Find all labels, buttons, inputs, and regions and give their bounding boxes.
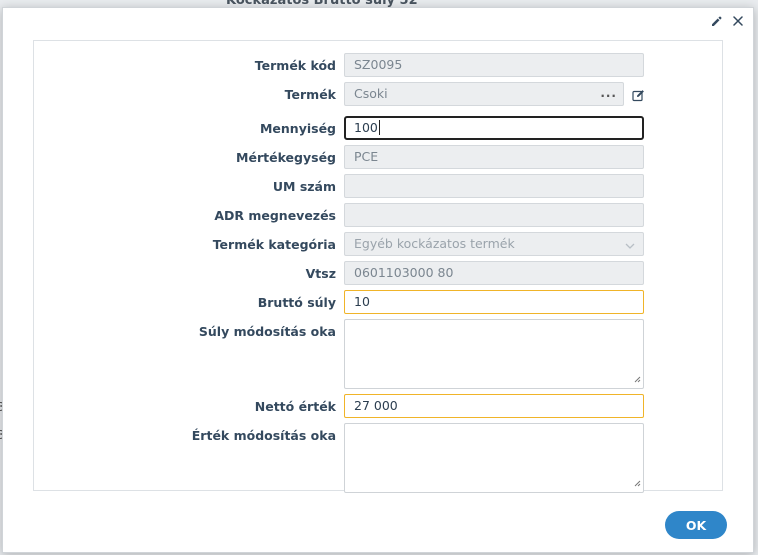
category-select: Egyéb kockázatos termék <box>344 232 644 256</box>
unit-field: PCE <box>344 145 644 169</box>
product-label: Termék <box>284 87 336 102</box>
dialog-toolbar <box>709 14 745 28</box>
product-picker-button[interactable]: ... <box>600 86 617 100</box>
product-field: Csoki ... <box>344 82 624 106</box>
value-reason-textarea[interactable] <box>344 423 644 493</box>
resize-grip-icon[interactable] <box>634 476 641 490</box>
resize-grip-icon[interactable] <box>634 372 641 386</box>
category-label: Termék kategória <box>212 237 336 252</box>
product-dialog: Termék kód SZ0095 Termék Csoki ... Menny… <box>2 7 754 553</box>
close-icon[interactable] <box>731 14 745 28</box>
product-value: Csoki <box>354 86 388 101</box>
weight-reason-label: Súly módosítás oka <box>198 324 336 339</box>
ok-button[interactable]: OK <box>665 511 727 539</box>
product-code-label: Termék kód <box>254 58 336 73</box>
product-form: Termék kód SZ0095 Termék Csoki ... Menny… <box>33 40 723 493</box>
text-cursor <box>378 120 380 135</box>
net-value-label: Nettó érték <box>254 399 336 414</box>
adr-name-label: ADR megnevezés <box>214 208 336 223</box>
adr-name-field <box>344 203 644 227</box>
vtsz-label: Vtsz <box>305 266 336 281</box>
unit-label: Mértékegység <box>236 150 336 165</box>
gross-weight-input[interactable]: 10 <box>344 290 644 314</box>
chevron-down-icon <box>625 239 635 253</box>
weight-reason-textarea[interactable] <box>344 319 644 389</box>
value-reason-label: Érték módosítás oka <box>191 428 336 443</box>
pencil-icon[interactable] <box>709 14 723 28</box>
net-value-input[interactable]: 27 000 <box>344 394 644 418</box>
quantity-label: Mennyiség <box>259 121 336 136</box>
gross-weight-label: Bruttó súly <box>257 295 336 310</box>
um-number-label: UM szám <box>272 179 336 194</box>
um-number-field <box>344 174 644 198</box>
quantity-value: 100 <box>354 120 378 135</box>
edit-product-icon[interactable] <box>632 89 646 103</box>
vtsz-field: 0601103000 80 <box>344 261 644 285</box>
category-value: Egyéb kockázatos termék <box>354 236 515 251</box>
quantity-input[interactable]: 100 <box>344 116 644 140</box>
product-code-field: SZ0095 <box>344 53 644 77</box>
